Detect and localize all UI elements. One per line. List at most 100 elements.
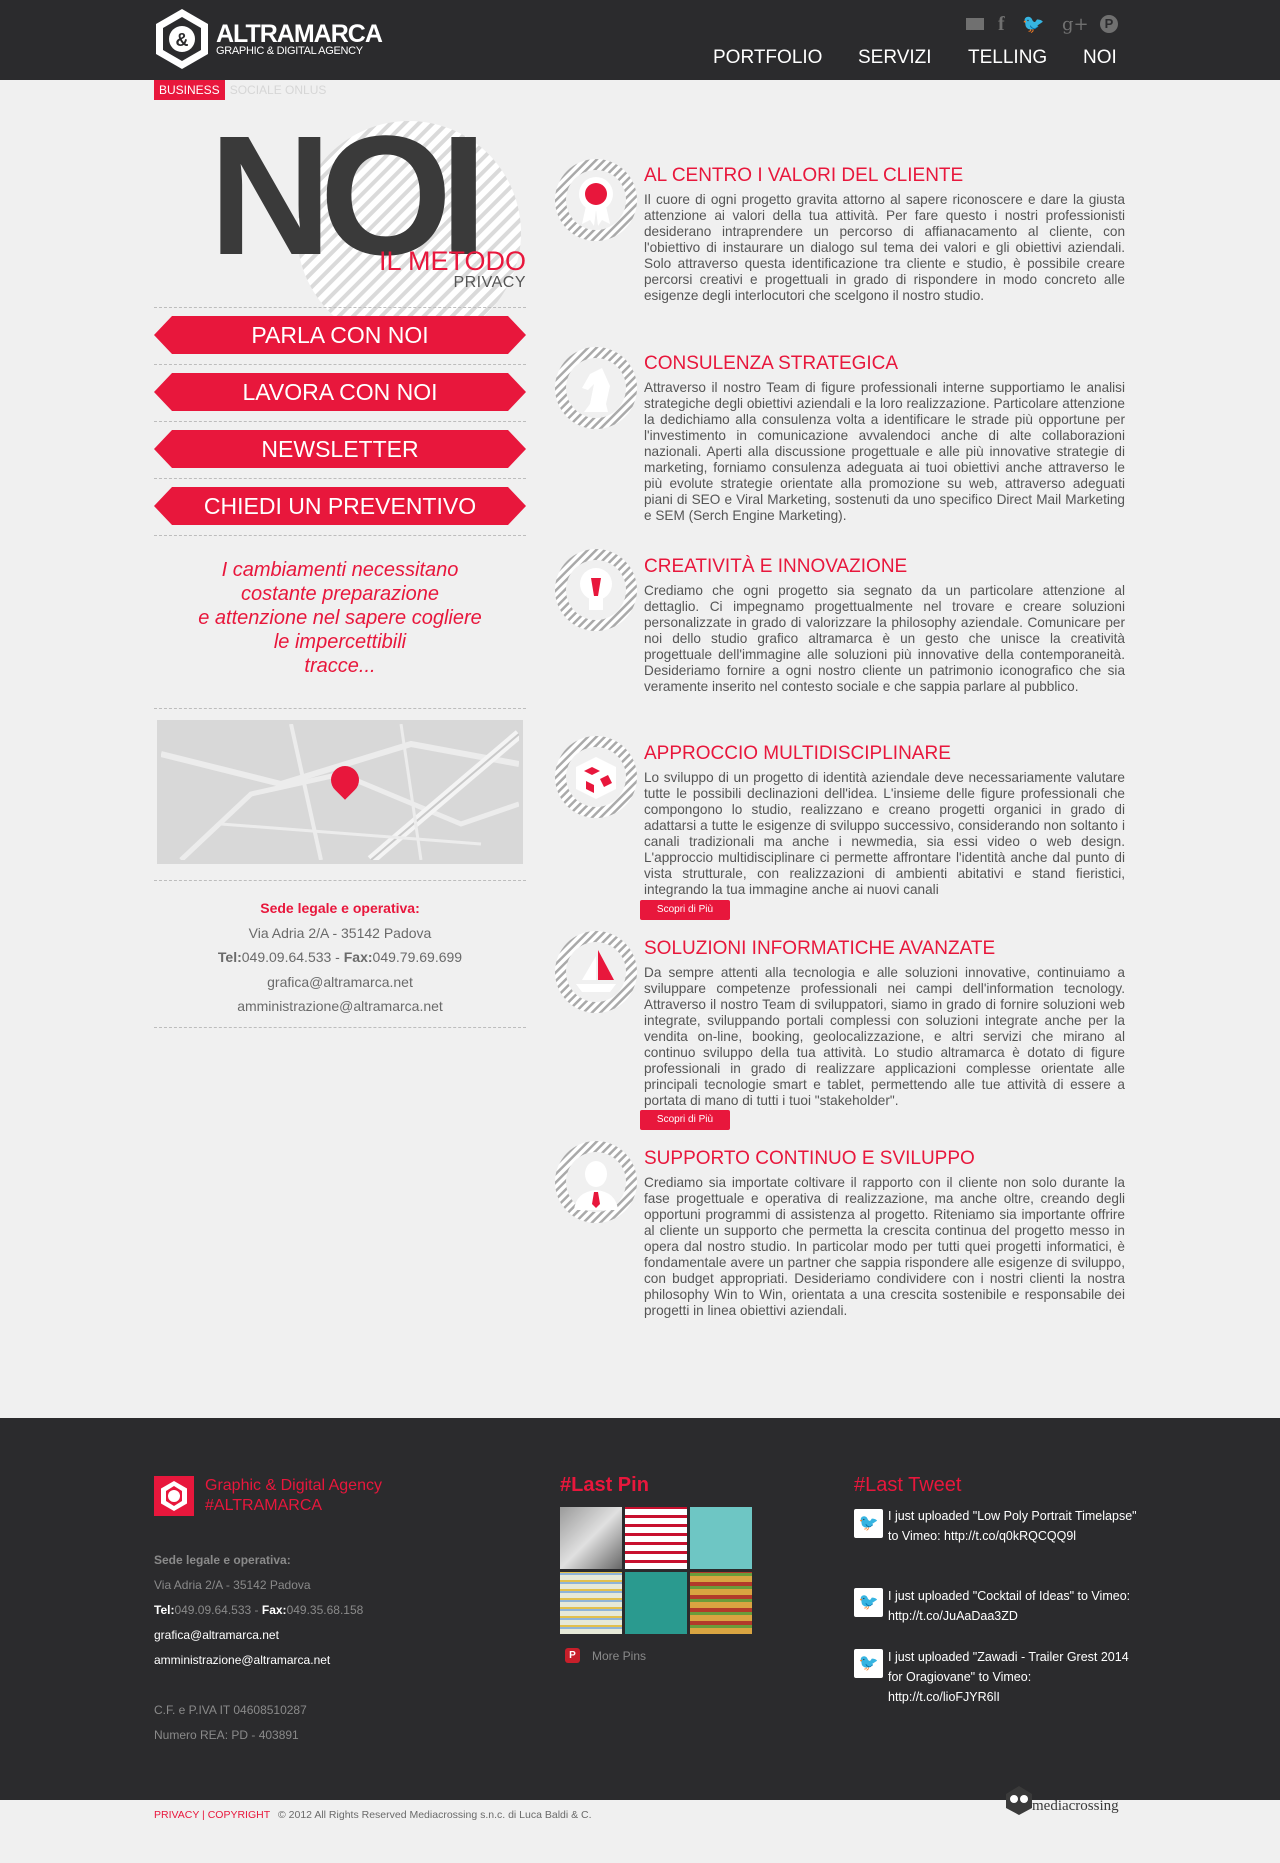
service-text: Il cuore di ogni progetto gravita attorn… bbox=[644, 192, 1125, 304]
pin-thumbnail[interactable] bbox=[560, 1507, 622, 1569]
nav-portfolio[interactable]: PORTFOLIO bbox=[713, 47, 822, 69]
service-title: APPROCCIO MULTIDISCIPLINARE bbox=[644, 743, 951, 765]
email-amministrazione[interactable]: amministrazione@altramarca.net bbox=[154, 998, 526, 1014]
tel-number: 049.09.64.533 bbox=[174, 1603, 251, 1617]
address-street: Via Adria 2/A - 35142 Padova bbox=[154, 925, 526, 941]
svg-text:&: & bbox=[176, 30, 189, 50]
email-grafica[interactable]: grafica@altramarca.net bbox=[154, 974, 526, 990]
fax-number: 049.79.69.699 bbox=[373, 949, 463, 965]
divider bbox=[154, 421, 526, 422]
lavora-con-noi-button[interactable]: LAVORA CON NOI bbox=[154, 373, 526, 411]
quote-line: I cambiamenti necessitano bbox=[154, 558, 526, 582]
sector-tabs: BUSINESS SOCIALE ONLUS bbox=[154, 80, 331, 100]
pin-thumbnail[interactable] bbox=[560, 1572, 622, 1634]
service-text: Da sempre attenti alla tecnologia e alle… bbox=[644, 965, 1125, 1109]
nav-telling[interactable]: TELLING bbox=[968, 47, 1047, 69]
twitter-bird-icon: 🐦 bbox=[854, 1588, 883, 1617]
newsletter-button[interactable]: NEWSLETTER bbox=[154, 430, 526, 468]
footer-email-grafica[interactable]: grafica@altramarca.net bbox=[154, 1628, 279, 1642]
owl-icon bbox=[1004, 1784, 1034, 1816]
chiedi-preventivo-button[interactable]: CHIEDI UN PREVENTIVO bbox=[154, 487, 526, 525]
mail-icon[interactable] bbox=[966, 18, 984, 30]
footer-email-amministrazione[interactable]: amministrazione@altramarca.net bbox=[154, 1653, 330, 1667]
tel-label: Tel: bbox=[218, 949, 242, 965]
quote-line: e attenzione nel sapere cogliere bbox=[154, 606, 526, 630]
quote-line: costante preparazione bbox=[154, 582, 526, 606]
cube-icon bbox=[554, 735, 638, 819]
pin-thumbnail[interactable] bbox=[690, 1572, 752, 1634]
facebook-icon[interactable]: f bbox=[998, 13, 1005, 36]
service-title: CREATIVITÀ E INNOVAZIONE bbox=[644, 556, 907, 578]
quote-line: le impercettibili bbox=[154, 630, 526, 654]
bottom-links: PRIVACY | COPYRIGHT bbox=[154, 1809, 270, 1821]
service-title: CONSULENZA STRATEGICA bbox=[644, 353, 898, 375]
address-title: Sede legale e operativa: bbox=[154, 900, 526, 916]
footer-title-line: Graphic & Digital Agency bbox=[205, 1476, 382, 1496]
service-text: Lo sviluppo di un progetto di identità a… bbox=[644, 770, 1125, 898]
googleplus-icon[interactable]: g+ bbox=[1062, 14, 1089, 35]
last-tweet-title: #Last Tweet bbox=[854, 1474, 961, 1497]
footer-piva: C.F. e P.IVA IT 04608510287 bbox=[154, 1703, 307, 1717]
award-ribbon-icon bbox=[554, 158, 638, 242]
hero-noi: NOI IL METODO PRIVACY bbox=[154, 108, 526, 318]
location-map[interactable] bbox=[157, 720, 523, 864]
privacy-link[interactable]: PRIVACY bbox=[453, 274, 526, 292]
footer-title: Graphic & Digital Agency #ALTRAMARCA bbox=[205, 1476, 382, 1516]
tab-business[interactable]: BUSINESS bbox=[154, 80, 225, 100]
separator: | bbox=[199, 1809, 208, 1821]
address-phone: Tel:049.09.64.533 - Fax:049.79.69.699 bbox=[154, 949, 526, 965]
privacy-link[interactable]: PRIVACY bbox=[154, 1809, 199, 1821]
tweet[interactable]: I just uploaded "Low Poly Portrait Timel… bbox=[888, 1506, 1138, 1546]
service-title: SOLUZIONI INFORMATICHE AVANZATE bbox=[644, 938, 995, 960]
altramarca-footer-logo bbox=[154, 1476, 194, 1516]
nav-servizi[interactable]: SERVIZI bbox=[858, 47, 932, 69]
parla-con-noi-button[interactable]: PARLA CON NOI bbox=[154, 316, 526, 354]
pinterest-icon[interactable]: P bbox=[1100, 15, 1118, 33]
tel-number: 049.09.64.533 bbox=[242, 949, 332, 965]
divider bbox=[154, 307, 526, 308]
fax-label: Fax: bbox=[262, 1603, 287, 1617]
tab-sociale-onlus[interactable]: SOCIALE ONLUS bbox=[225, 80, 332, 100]
twitter-bird-icon: 🐦 bbox=[854, 1509, 883, 1538]
il-metodo-link[interactable]: IL METODO bbox=[379, 246, 526, 277]
last-pin-title: #Last Pin bbox=[560, 1474, 649, 1497]
service-text: Crediamo che ogni progetto sia segnato d… bbox=[644, 583, 1125, 695]
altramarca-logo[interactable]: & bbox=[154, 8, 210, 70]
businessman-icon bbox=[554, 1140, 638, 1224]
separator: - bbox=[331, 949, 343, 965]
divider bbox=[154, 364, 526, 365]
chess-knight-icon bbox=[554, 346, 638, 430]
fax-label: Fax: bbox=[344, 949, 373, 965]
footer-street: Via Adria 2/A - 35142 Padova bbox=[154, 1578, 311, 1592]
scopri-di-piu-button[interactable]: Scopri di Più bbox=[640, 900, 730, 920]
lightbulb-icon bbox=[554, 548, 638, 632]
fax-number: 049.35.68.158 bbox=[287, 1603, 364, 1617]
twitter-icon[interactable]: 🐦 bbox=[1022, 14, 1044, 35]
divider bbox=[154, 1027, 526, 1028]
footer-phone: Tel:049.09.64.533 - Fax:049.35.68.158 bbox=[154, 1603, 363, 1617]
divider bbox=[154, 478, 526, 479]
footer-sede-title: Sede legale e operativa: bbox=[154, 1553, 291, 1567]
tel-label: Tel: bbox=[154, 1603, 174, 1617]
twitter-bird-icon: 🐦 bbox=[854, 1649, 883, 1678]
mediacrossing-name: mediacrossing bbox=[1032, 1798, 1119, 1815]
service-text: Attraverso il nostro Team di figure prof… bbox=[644, 380, 1125, 524]
tweet[interactable]: I just uploaded "Zawadi - Trailer Grest … bbox=[888, 1647, 1138, 1707]
mediacrossing-logo[interactable]: mediacrossing bbox=[1004, 1784, 1124, 1820]
nav-noi[interactable]: NOI bbox=[1083, 47, 1117, 69]
scopri-di-piu-button[interactable]: Scopri di Più bbox=[640, 1110, 730, 1130]
quote: I cambiamenti necessitano costante prepa… bbox=[154, 558, 526, 678]
tweet[interactable]: I just uploaded "Cocktail of Ideas" to V… bbox=[888, 1586, 1138, 1626]
pin-thumbnail[interactable] bbox=[690, 1507, 752, 1569]
pin-thumbnail[interactable] bbox=[625, 1572, 687, 1634]
pinterest-icon: P bbox=[565, 1648, 580, 1663]
divider bbox=[154, 708, 526, 709]
pin-thumbnail[interactable] bbox=[625, 1507, 687, 1569]
brand-tagline: GRAPHIC & DIGITAL AGENCY bbox=[216, 45, 363, 57]
service-text: Crediamo sia importate coltivare il rapp… bbox=[644, 1175, 1125, 1319]
more-pins-link[interactable]: More Pins bbox=[592, 1649, 646, 1663]
sailboat-icon bbox=[554, 930, 638, 1014]
divider bbox=[154, 880, 526, 881]
copyright-link[interactable]: COPYRIGHT bbox=[208, 1809, 270, 1821]
copyright-text: © 2012 All Rights Reserved Mediacrossing… bbox=[278, 1809, 592, 1821]
